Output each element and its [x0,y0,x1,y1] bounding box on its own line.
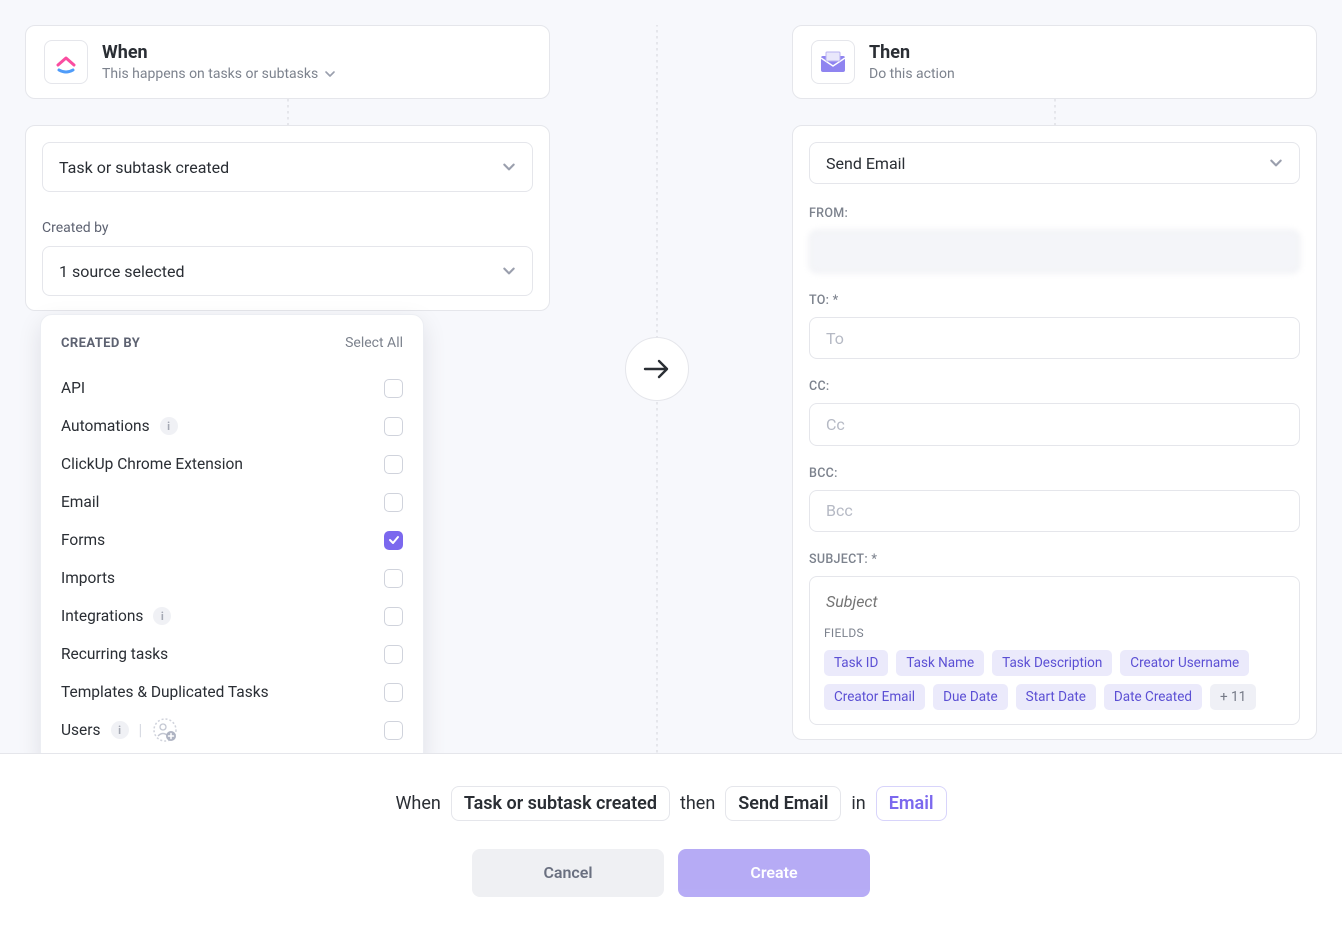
action-select[interactable]: Send Email [809,142,1300,184]
created-by-label: Created by [42,220,533,236]
option-label: Forms [61,531,105,549]
created-by-option[interactable]: Templates & Duplicated Tasks [61,673,403,711]
summary-target-token[interactable]: Email [876,786,947,821]
clickup-logo [44,40,88,84]
bcc-input[interactable] [809,490,1300,532]
subject-label: SUBJECT: * [809,552,1300,567]
email-app-icon [811,40,855,84]
summary-when: When [395,793,440,814]
field-chip-more[interactable]: + 11 [1210,684,1256,710]
popover-title: CREATED BY [61,336,140,351]
then-subtitle: Do this action [869,66,955,82]
automation-summary: When Task or subtask created then Send E… [395,786,946,821]
option-checkbox[interactable] [384,455,403,474]
action-select-value: Send Email [826,154,905,173]
when-subtitle-row[interactable]: This happens on tasks or subtasks [102,66,336,82]
to-input[interactable] [809,317,1300,359]
option-label: Users [61,721,101,739]
trigger-select-value: Task or subtask created [59,158,229,177]
chevron-down-icon [1269,156,1283,170]
to-label: TO: * [809,293,1300,308]
option-checkbox[interactable] [384,417,403,436]
option-checkbox[interactable] [384,531,403,550]
summary-trigger-token[interactable]: Task or subtask created [451,786,670,821]
field-chip[interactable]: Task Description [992,650,1112,676]
field-chip[interactable]: Task Name [896,650,984,676]
when-connector [287,99,289,125]
option-checkbox[interactable] [384,721,403,740]
then-header-card: Then Do this action [792,25,1317,99]
when-header-card: When This happens on tasks or subtasks [25,25,550,99]
email-envelope-icon [820,51,846,73]
field-chips: Task ID Task Name Task Description Creator … [824,650,1285,710]
option-label: ClickUp Chrome Extension [61,455,243,473]
cc-input[interactable] [809,403,1300,445]
when-subtitle: This happens on tasks or subtasks [102,66,318,82]
summary-action-token[interactable]: Send Email [725,786,841,821]
field-chip[interactable]: Due Date [933,684,1008,710]
summary-in: in [851,793,865,814]
option-checkbox[interactable] [384,607,403,626]
from-input[interactable] [809,230,1300,272]
info-icon: i [111,721,129,739]
chevron-down-icon [324,68,336,80]
footer-bar: When Task or subtask created then Send E… [0,753,1342,928]
option-checkbox[interactable] [384,645,403,664]
option-label: Email [61,493,99,511]
source-select-value: 1 source selected [59,262,185,281]
option-label: Integrations [61,607,143,625]
field-chip[interactable]: Start Date [1016,684,1096,710]
then-config-card: Send Email FROM: TO: * CC: BCC: SUBJECT:… [792,125,1317,740]
then-title: Then [869,42,955,64]
flow-arrow [625,337,689,401]
create-button[interactable]: Create [678,849,870,897]
created-by-option[interactable]: ClickUp Chrome Extension [61,445,403,483]
bcc-label: BCC: [809,466,1300,481]
cancel-button[interactable]: Cancel [472,849,664,897]
info-icon: i [160,417,178,435]
when-config-card: Task or subtask created Created by 1 sou… [25,125,550,311]
field-chip[interactable]: Creator Email [824,684,925,710]
created-by-option[interactable]: Automations i [61,407,403,445]
select-all-link[interactable]: Select All [345,335,403,351]
when-title: When [102,42,336,64]
created-by-option[interactable]: Recurring tasks [61,635,403,673]
clickup-logo-icon [54,50,78,74]
info-icon: i [153,607,171,625]
source-select[interactable]: 1 source selected [42,246,533,296]
option-checkbox[interactable] [384,379,403,398]
field-chip[interactable]: Task ID [824,650,888,676]
from-label: FROM: [809,206,1300,221]
cc-label: CC: [809,379,1300,394]
chevron-down-icon [502,264,516,278]
summary-then: then [680,793,715,814]
field-chip[interactable]: Date Created [1104,684,1202,710]
option-label: Recurring tasks [61,645,168,663]
created-by-option[interactable]: Usersi | [61,711,403,749]
created-by-option[interactable]: Forms [61,521,403,559]
trigger-select[interactable]: Task or subtask created [42,142,533,192]
created-by-option[interactable]: Imports [61,559,403,597]
field-chip[interactable]: Creator Username [1120,650,1249,676]
option-label: Automations [61,417,150,435]
option-checkbox[interactable] [384,493,403,512]
fields-heading: FIELDS [824,626,1285,640]
option-checkbox[interactable] [384,683,403,702]
option-label: Imports [61,569,115,587]
chevron-down-icon [502,160,516,174]
then-connector [1054,99,1056,125]
subject-input[interactable] [824,591,1285,612]
option-label: API [61,379,85,397]
created-by-popover: CREATED BY Select All API Automations i Cli… [40,314,424,764]
option-checkbox[interactable] [384,569,403,588]
add-users-icon[interactable]: | [139,717,179,743]
created-by-option[interactable]: Email [61,483,403,521]
option-label: Templates & Duplicated Tasks [61,683,269,701]
created-by-option[interactable]: Integrations i [61,597,403,635]
subject-area: FIELDS Task ID Task Name Task Description C… [809,576,1300,725]
created-by-option[interactable]: API [61,369,403,407]
then-column: Then Do this action Send Email FROM: TO:… [792,25,1317,753]
arrow-right-icon [642,357,672,381]
